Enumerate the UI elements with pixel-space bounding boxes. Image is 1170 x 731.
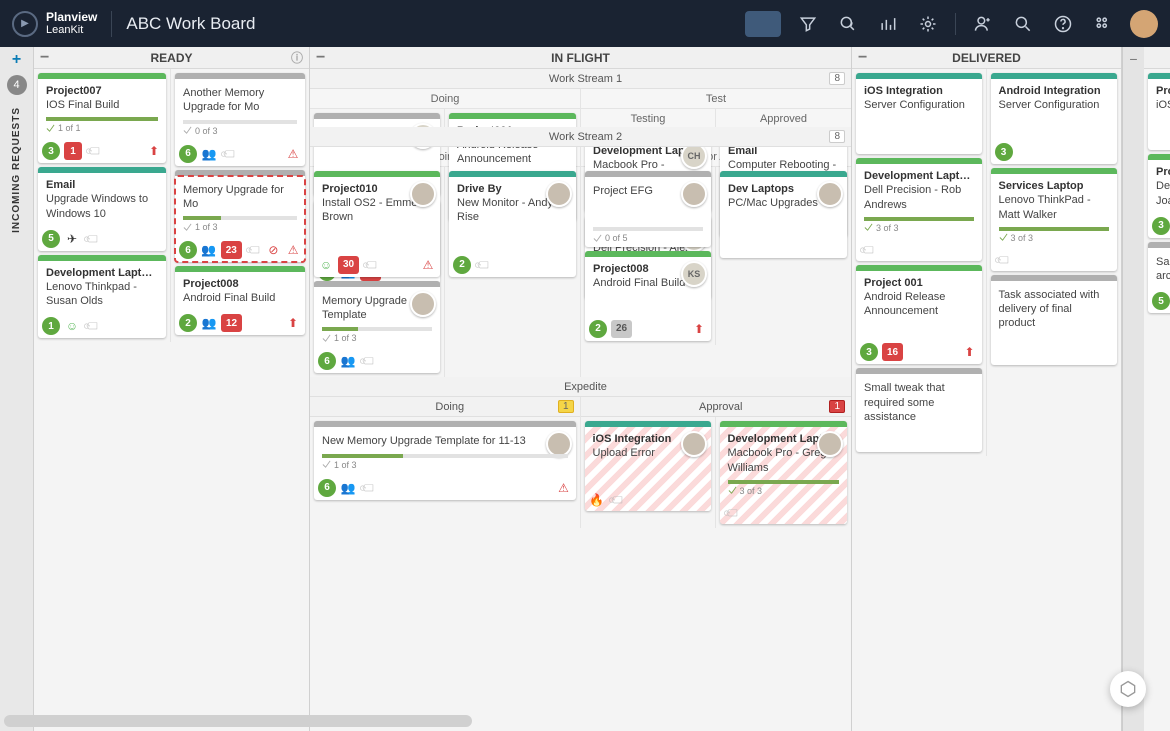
- lane-header-inflight[interactable]: − IN FLIGHT: [310, 47, 851, 69]
- card[interactable]: Project010 Install OS2 - Emmet Brown ☺ 3…: [314, 171, 440, 277]
- card[interactable]: ProiOS: [1148, 73, 1170, 150]
- card[interactable]: Drive By New Monitor - Andy Rise 2 🏷: [449, 171, 576, 277]
- block-icon: ⊘: [265, 242, 281, 258]
- card[interactable]: Android Integration Server Configuration…: [991, 73, 1118, 164]
- card[interactable]: San arch 5: [1148, 242, 1170, 314]
- workstream-2-header[interactable]: Work Stream 28: [310, 127, 851, 147]
- card[interactable]: Memory Upgrade Template 1 of 3 6 👥 🏷: [314, 281, 440, 374]
- card[interactable]: Services Laptop Lenovo ThinkPad - Matt W…: [991, 168, 1118, 271]
- card[interactable]: iOS Integration Upload Error 🔥🏷: [585, 421, 711, 510]
- brand-text: Planview LeanKit: [46, 11, 97, 36]
- card[interactable]: Development Lapt… Macbook Pro - Greg Wil…: [720, 421, 847, 524]
- horizontal-scrollbar[interactable]: [4, 715, 472, 727]
- card[interactable]: Project008 Android Final Build 2 👥 12 ⬆: [175, 266, 305, 335]
- card[interactable]: Email Upgrade Windows to Windows 10 5 ✈ …: [38, 167, 166, 251]
- incoming-count-badge: 4: [7, 75, 27, 95]
- escalate-icon[interactable]: ⬆: [146, 143, 162, 159]
- expedite-header[interactable]: Expedite: [310, 377, 851, 397]
- kanban-board: + 4 INCOMING REQUESTS − READY ⓘ Project0…: [0, 47, 1170, 731]
- filter-icon[interactable]: [795, 11, 821, 37]
- card[interactable]: Memory Upgrade for Mo 1 of 3 6 👥 23 🏷 ⊘ …: [175, 170, 305, 263]
- lane-partial: ProiOS ProDel Joa 3 San arch 5: [1144, 47, 1170, 731]
- workstream-1-header[interactable]: Work Stream 18: [310, 69, 851, 89]
- settings-icon[interactable]: [915, 11, 941, 37]
- info-icon[interactable]: ⓘ: [291, 49, 303, 66]
- board-title: ABC Work Board: [126, 14, 255, 34]
- incoming-requests-label: INCOMING REQUESTS: [11, 107, 22, 233]
- people-icon: 👥: [201, 146, 217, 162]
- lane-delivered: − DELIVERED iOS Integration Server Confi…: [852, 47, 1122, 731]
- card[interactable]: Development Lapt… Lenovo Thinkpad - Susa…: [38, 255, 166, 339]
- lane-header-delivered[interactable]: − DELIVERED: [852, 47, 1121, 69]
- card[interactable]: Dev Laptops PC/Mac Upgrades: [720, 171, 847, 258]
- warn-icon: ⚠: [285, 146, 301, 162]
- divider: [955, 13, 956, 35]
- lane-ready: − READY ⓘ Project007 IOS Final Build 1 o…: [34, 47, 310, 731]
- add-lane-button[interactable]: +: [12, 51, 21, 69]
- side-rail: + 4 INCOMING REQUESTS: [0, 47, 34, 731]
- collapse-icon[interactable]: −: [316, 50, 325, 66]
- lane-header-ready[interactable]: − READY ⓘ: [34, 47, 309, 69]
- add-user-icon[interactable]: [970, 11, 996, 37]
- zoom-icon[interactable]: [835, 11, 861, 37]
- smile-icon: ☺: [64, 318, 80, 334]
- search-icon[interactable]: [1010, 11, 1036, 37]
- card[interactable]: Project EFG 0 of 5: [585, 171, 711, 247]
- card[interactable]: Project 001 Android Release Announcement…: [856, 265, 982, 365]
- date-badge: 1: [64, 142, 82, 160]
- help-icon[interactable]: [1050, 11, 1076, 37]
- card[interactable]: KS Project008 Android Final Build 2 26 ⬆: [585, 251, 711, 340]
- tag-icon: 🏷: [81, 228, 104, 251]
- user-avatar[interactable]: [1130, 10, 1158, 38]
- lane-inflight: − IN FLIGHT Work Stream 18 Doing Review …: [310, 47, 852, 731]
- tag-icon: 🏷: [83, 140, 106, 163]
- metrics-icon[interactable]: [875, 11, 901, 37]
- tag-icon: 🏷: [81, 315, 104, 338]
- card[interactable]: ProDel Joa 3: [1148, 154, 1170, 238]
- grid-menu-icon[interactable]: [1090, 11, 1116, 37]
- card[interactable]: Small tweak that required some assistanc…: [856, 368, 982, 452]
- assistant-bubble[interactable]: [1110, 671, 1146, 707]
- brand-logo[interactable]: Planview LeanKit: [12, 11, 112, 37]
- card[interactable]: Project007 IOS Final Build 1 of 1 3 1 🏷 …: [38, 73, 166, 163]
- card[interactable]: iOS Integration Server Configuration: [856, 73, 982, 154]
- card[interactable]: Task associated with delivery of final p…: [991, 275, 1118, 365]
- card[interactable]: Development Lapt… Dell Precision - Rob A…: [856, 158, 982, 261]
- card[interactable]: New Memory Upgrade Template for 11-13 1 …: [314, 421, 576, 499]
- avatar: [410, 181, 436, 207]
- add-card-button[interactable]: [745, 11, 781, 37]
- app-header: Planview LeanKit ABC Work Board: [0, 0, 1170, 47]
- collapse-icon[interactable]: −: [858, 50, 867, 66]
- count-badge: 3: [42, 142, 60, 160]
- logo-icon: [12, 11, 38, 37]
- collapsed-lane[interactable]: −: [1122, 47, 1144, 731]
- plane-icon: ✈: [64, 231, 80, 247]
- tag-icon: 🏷: [218, 142, 241, 165]
- collapse-icon[interactable]: −: [40, 50, 49, 66]
- card[interactable]: Another Memory Upgrade for Mo 0 of 3 6 👥…: [175, 73, 305, 166]
